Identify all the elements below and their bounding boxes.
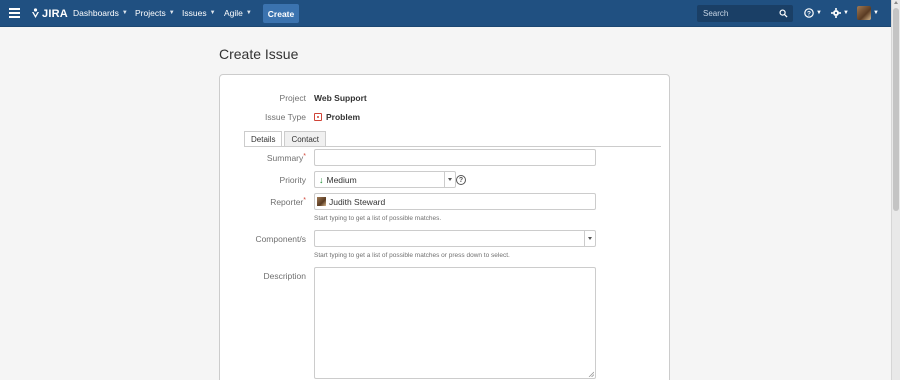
page-title: Create Issue: [219, 46, 299, 62]
summary-input[interactable]: [314, 149, 596, 166]
logo-text: JIRA: [42, 7, 68, 20]
tab-contact[interactable]: Contact: [284, 131, 327, 146]
reporter-label: Reporter*: [220, 197, 306, 207]
priority-help-icon[interactable]: ?: [456, 175, 466, 185]
user-profile-menu[interactable]: ▼: [857, 6, 879, 20]
nav-projects-label: Projects: [135, 8, 166, 18]
chevron-down-icon: ▼: [816, 10, 822, 16]
chevron-down-icon: ▼: [873, 10, 879, 16]
issue-type-label: Issue Type: [265, 112, 306, 122]
description-label: Description: [263, 271, 306, 281]
priority-dropdown-toggle[interactable]: [444, 172, 455, 187]
reporter-input[interactable]: Judith Steward: [314, 193, 596, 210]
nav-issues-label: Issues: [182, 8, 207, 18]
scrollbar-thumb[interactable]: [893, 8, 899, 211]
search-input[interactable]: Search: [697, 5, 793, 22]
nav-dashboards[interactable]: Dashboards ▼: [73, 8, 128, 18]
chevron-down-icon: ▼: [245, 10, 252, 16]
chevron-down-icon: [588, 237, 592, 240]
chevron-down-icon: ▼: [121, 10, 128, 16]
tab-divider: [244, 146, 661, 147]
components-dropdown-toggle[interactable]: [584, 231, 595, 246]
resize-grip-icon[interactable]: [588, 371, 594, 377]
nav-dashboards-label: Dashboards: [73, 8, 119, 18]
nav-agile[interactable]: Agile ▼: [224, 8, 252, 18]
app-switcher-menu-icon[interactable]: [9, 8, 20, 18]
nav-issues[interactable]: Issues ▼: [182, 8, 216, 18]
search-icon[interactable]: [779, 9, 788, 18]
top-navigation-bar: JIRA Dashboards ▼ Projects ▼ Issues ▼ Agile…: [0, 0, 891, 27]
required-marker: *: [303, 197, 306, 204]
svg-text:?: ?: [807, 11, 811, 18]
nav-agile-label: Agile: [224, 8, 243, 18]
jira-logo-icon: [32, 8, 39, 18]
issue-type-text: Problem: [326, 112, 361, 122]
components-input[interactable]: [314, 230, 596, 247]
description-textarea[interactable]: [314, 267, 596, 379]
form-tabs: Details Contact: [244, 131, 328, 146]
priority-value: Medium: [326, 174, 357, 185]
help-menu[interactable]: ? ▼: [804, 8, 822, 18]
create-button[interactable]: Create: [263, 4, 299, 23]
issue-type-value: Problem: [314, 112, 360, 122]
avatar: [857, 6, 871, 20]
nav-projects[interactable]: Projects ▼: [135, 8, 175, 18]
page-scrollbar[interactable]: [891, 0, 900, 380]
project-value: Web Support: [314, 93, 367, 103]
components-label: Component/s: [255, 234, 306, 244]
admin-menu[interactable]: ▼: [831, 8, 849, 18]
components-hint: Start typing to get a list of possible m…: [314, 252, 510, 259]
chevron-down-icon: [448, 178, 452, 181]
project-label: Project: [279, 93, 306, 103]
problem-issue-type-icon: [314, 113, 322, 121]
search-placeholder: Search: [703, 9, 729, 18]
summary-label-text: Summary: [266, 153, 304, 163]
chevron-down-icon: ▼: [843, 10, 849, 16]
priority-medium-arrow-icon: ↓: [319, 174, 324, 185]
tab-details[interactable]: Details: [244, 131, 283, 146]
jira-logo[interactable]: JIRA: [31, 7, 68, 20]
required-marker: *: [303, 153, 306, 160]
summary-label: Summary*: [220, 153, 306, 163]
chevron-down-icon: ▼: [168, 10, 175, 16]
reporter-value: Judith Steward: [329, 196, 386, 207]
help-icon: ?: [804, 8, 814, 18]
reporter-hint: Start typing to get a list of possible m…: [314, 215, 442, 222]
reporter-label-text: Reporter: [270, 197, 304, 207]
chevron-down-icon: ▼: [209, 10, 216, 16]
scroll-up-arrow-icon[interactable]: [894, 1, 898, 4]
priority-select[interactable]: ↓ Medium: [314, 171, 456, 188]
priority-label: Priority: [279, 175, 306, 185]
reporter-avatar: [317, 197, 326, 206]
create-issue-form: Project Web Support Issue Type Problem D…: [219, 74, 670, 380]
gear-icon: [831, 8, 841, 18]
